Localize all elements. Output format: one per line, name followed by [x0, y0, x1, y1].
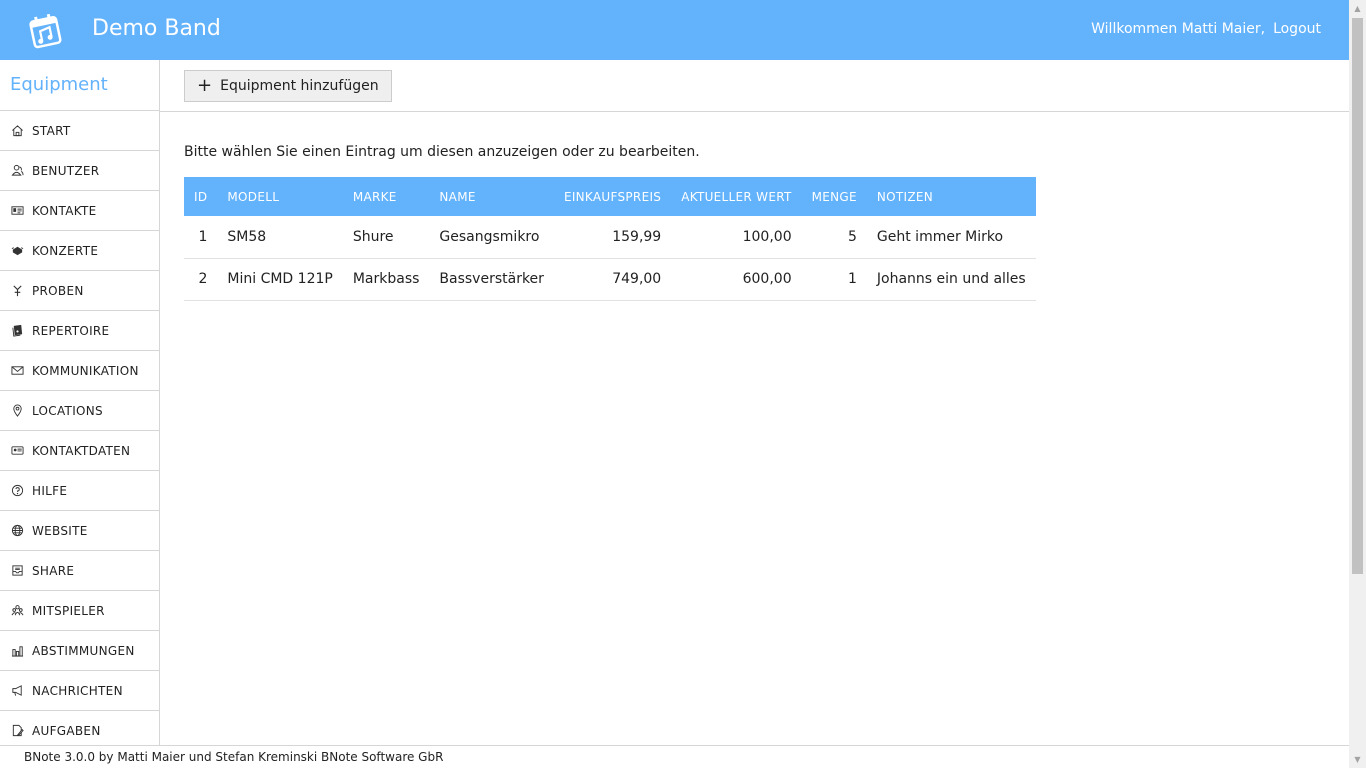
sidebar-item-label: HILFE — [32, 483, 68, 498]
cell-name: Gesangsmikro — [439, 228, 540, 245]
logout-link[interactable]: Logout — [1273, 21, 1321, 37]
column-header[interactable]: NOTIZEN — [867, 177, 1036, 216]
sidebar-item-label: START — [32, 123, 71, 138]
sidebar-item-label: ABSTIMMUNGEN — [32, 643, 135, 658]
rehearsal-icon — [10, 284, 24, 298]
group-icon — [10, 604, 24, 618]
cell-marke: Shure — [352, 228, 394, 245]
sidebar-item-abstimmungen[interactable]: ABSTIMMUNGEN — [0, 631, 159, 671]
sidebar-item-label: NACHRICHTEN — [32, 683, 123, 698]
megaphone-icon — [10, 684, 24, 698]
contact-card-icon — [10, 204, 24, 218]
sidebar-item-website[interactable]: WEBSITE — [0, 511, 159, 551]
help-icon — [10, 484, 24, 498]
sidebar-item-label: KOMMUNIKATION — [32, 363, 139, 378]
sidebar-item-label: AUFGABEN — [32, 723, 101, 738]
cell-modell: SM58 — [227, 228, 267, 245]
toolbar: + Equipment hinzufügen — [160, 60, 1349, 112]
sidebar-item-nachrichten[interactable]: NACHRICHTEN — [0, 671, 159, 711]
sidebar-item-label: REPERTOIRE — [32, 323, 110, 338]
sidebar-item-share[interactable]: SHARE — [0, 551, 159, 591]
sidebar-item-mitspieler[interactable]: MITSPIELER — [0, 591, 159, 631]
column-header[interactable]: MENGE — [802, 177, 867, 216]
welcome-text: Willkommen Matti Maier, — [1091, 21, 1266, 37]
sidebar-item-label: PROBEN — [32, 283, 84, 298]
column-header[interactable]: MODELL — [217, 177, 342, 216]
share-icon — [10, 564, 24, 578]
column-header[interactable]: NAME — [429, 177, 554, 216]
user-icon — [10, 164, 24, 178]
home-icon — [10, 124, 24, 138]
sidebar-item-kommunikation[interactable]: KOMMUNIKATION — [0, 351, 159, 391]
cell-aktueller-wert: 100,00 — [742, 228, 792, 245]
globe-icon — [10, 524, 24, 538]
sidebar: Equipment START BENUTZER KONTAKTE KONZER… — [0, 60, 160, 745]
sidebar-item-label: KONTAKTDATEN — [32, 443, 131, 458]
sidebar-item-start[interactable]: START — [0, 111, 159, 151]
plus-icon: + — [197, 75, 213, 96]
cell-notizen: Johanns ein und alles — [876, 271, 1026, 287]
cell-einkaufspreis: 749,00 — [612, 271, 662, 287]
column-header[interactable]: AKTUELLER WERT — [671, 177, 801, 216]
equipment-table: ID MODELL MARKE NAME EINKAUFSPREIS AKTUE… — [184, 177, 1036, 301]
column-header[interactable]: EINKAUFSPREIS — [554, 177, 671, 216]
sidebar-item-label: MITSPIELER — [32, 603, 105, 618]
sidebar-item-label: BENUTZER — [32, 163, 100, 178]
cell-menge: 1 — [847, 271, 857, 287]
footer: BNote 3.0.0 by Matti Maier und Stefan Kr… — [0, 745, 1349, 768]
selection-hint: Bitte wählen Sie einen Eintrag um diesen… — [184, 144, 700, 160]
sidebar-item-locations[interactable]: LOCATIONS — [0, 391, 159, 431]
scroll-up-arrow-icon[interactable]: ▲ — [1349, 0, 1366, 17]
cell-id: 1 — [198, 228, 208, 245]
sidebar-item-aufgaben[interactable]: AUFGABEN — [0, 711, 159, 745]
repertoire-icon — [10, 324, 24, 338]
sidebar-item-proben[interactable]: PROBEN — [0, 271, 159, 311]
cell-modell: Mini CMD 121P — [227, 271, 333, 287]
scroll-thumb[interactable] — [1352, 18, 1363, 574]
bar-chart-icon — [10, 644, 24, 658]
column-header[interactable]: MARKE — [343, 177, 430, 216]
envelope-icon — [10, 364, 24, 378]
sidebar-item-kontaktdaten[interactable]: KONTAKTDATEN — [0, 431, 159, 471]
module-title: Equipment — [0, 60, 159, 111]
sidebar-item-label: SHARE — [32, 563, 75, 578]
sidebar-item-konzerte[interactable]: KONZERTE — [0, 231, 159, 271]
task-icon — [10, 724, 24, 738]
cell-einkaufspreis: 159,99 — [612, 228, 662, 245]
sidebar-item-label: LOCATIONS — [32, 403, 103, 418]
top-header: Demo Band Willkommen Matti Maier, Logout — [0, 0, 1349, 60]
table-header-row: ID MODELL MARKE NAME EINKAUFSPREIS AKTUE… — [184, 177, 1036, 216]
user-area: Willkommen Matti Maier, Logout — [1091, 21, 1321, 37]
cell-name: Bassverstärker — [439, 271, 544, 287]
table-row[interactable]: 1 SM58 Shure Gesangsmikro 159,99 100,00 … — [184, 216, 1036, 258]
cell-menge: 5 — [847, 228, 857, 245]
map-pin-icon — [10, 404, 24, 418]
cell-notizen: Geht immer Mirko — [876, 228, 1004, 245]
bnote-logo-icon[interactable] — [26, 10, 66, 50]
concert-icon — [10, 244, 24, 258]
cell-aktueller-wert: 600,00 — [742, 271, 792, 287]
add-equipment-button[interactable]: + Equipment hinzufügen — [184, 70, 392, 102]
add-equipment-label: Equipment hinzufügen — [220, 78, 379, 94]
page-scrollbar[interactable]: ▲ ▼ — [1349, 0, 1366, 768]
cell-marke: Markbass — [352, 271, 420, 287]
table-row[interactable]: 2 Mini CMD 121P Markbass Bassverstärker … — [184, 258, 1036, 300]
sidebar-item-label: WEBSITE — [32, 523, 88, 538]
sidebar-item-benutzer[interactable]: BENUTZER — [0, 151, 159, 191]
app-title: Demo Band — [92, 16, 221, 41]
scroll-down-arrow-icon[interactable]: ▼ — [1349, 751, 1366, 768]
cell-id: 2 — [198, 271, 208, 287]
sidebar-item-label: KONTAKTE — [32, 203, 97, 218]
contact-data-icon — [10, 444, 24, 458]
sidebar-item-repertoire[interactable]: REPERTOIRE — [0, 311, 159, 351]
sidebar-item-hilfe[interactable]: HILFE — [0, 471, 159, 511]
sidebar-item-kontakte[interactable]: KONTAKTE — [0, 191, 159, 231]
column-header[interactable]: ID — [184, 177, 217, 216]
sidebar-item-label: KONZERTE — [32, 243, 99, 258]
